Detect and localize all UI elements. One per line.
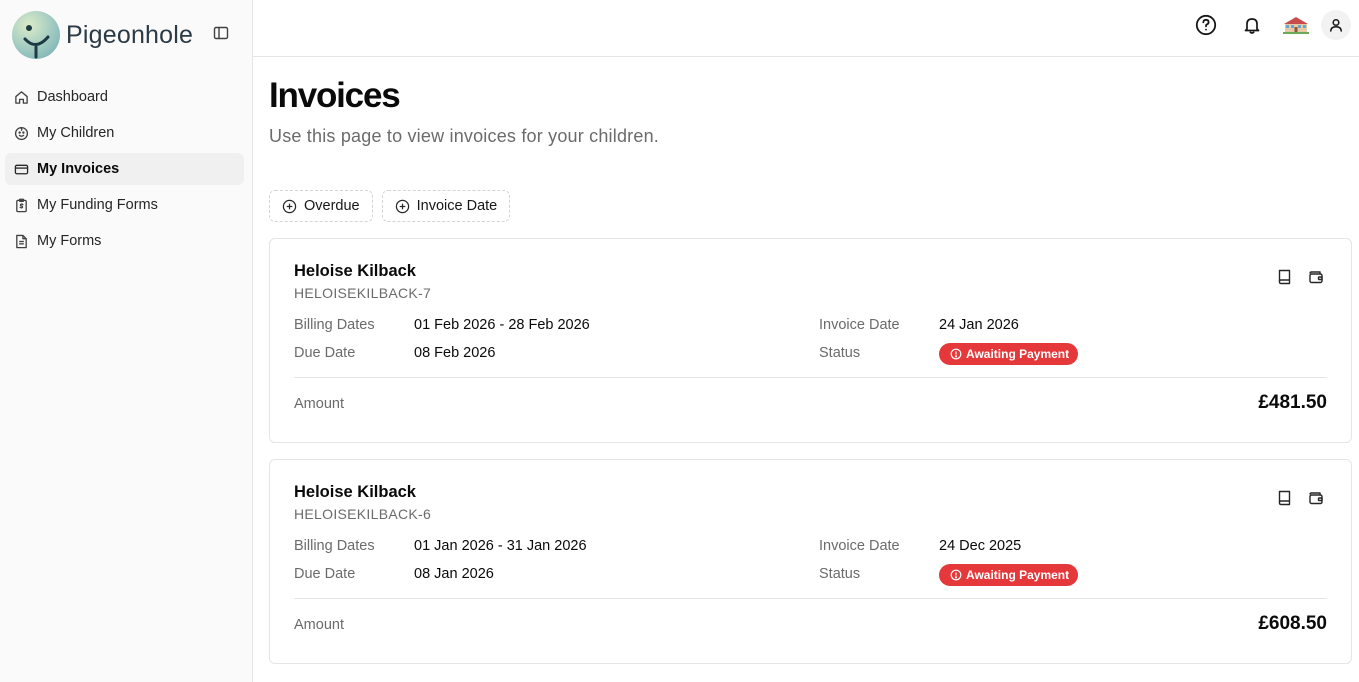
- invoice-date-label: Invoice Date: [819, 317, 900, 333]
- amount-value: £608.50: [1258, 613, 1327, 634]
- billing-dates-label: Billing Dates: [294, 317, 375, 333]
- sidebar: Pigeonhole Dashboard My Children My Invo…: [0, 0, 253, 682]
- pigeonhole-logo: [12, 11, 60, 59]
- page-subtitle: Use this page to view invoices for your …: [269, 126, 659, 146]
- invoice-date-value: 24 Dec 2025: [939, 538, 1022, 554]
- user-icon[interactable]: [1321, 10, 1351, 40]
- status-badge: Awaiting Payment: [939, 343, 1079, 365]
- bell-icon[interactable]: [1237, 10, 1267, 40]
- invoice-card: Heloise Kilback HELOISEKILBACK-7 Billing…: [269, 238, 1352, 443]
- status-badge: Awaiting Payment: [939, 564, 1079, 586]
- alert-circle-icon: [950, 348, 962, 360]
- page-title: Invoices: [269, 76, 401, 115]
- billing-dates-label: Billing Dates: [294, 538, 375, 554]
- brand[interactable]: Pigeonhole: [12, 11, 193, 59]
- filter-overdue-button[interactable]: Overdue: [269, 190, 373, 222]
- sidebar-nav: Dashboard My Children My Invoices My Fun…: [5, 81, 244, 261]
- due-date-value: 08 Feb 2026: [414, 345, 496, 361]
- book-icon[interactable]: [1275, 268, 1293, 286]
- divider: [294, 598, 1327, 599]
- wallet-icon[interactable]: [1307, 268, 1325, 286]
- invoice-reference: HELOISEKILBACK-6: [294, 506, 432, 522]
- child-name: Heloise Kilback: [294, 483, 416, 501]
- clipboard-money-icon: [13, 197, 29, 213]
- help-icon[interactable]: [1191, 10, 1221, 40]
- alert-circle-icon: [950, 569, 962, 581]
- plus-circle-icon: [395, 199, 410, 214]
- status-text: Awaiting Payment: [966, 347, 1070, 361]
- amount-label: Amount: [294, 617, 344, 633]
- brand-name: Pigeonhole: [66, 20, 194, 49]
- sidebar-item-label: My Invoices: [37, 161, 120, 177]
- sidebar-toggle-icon[interactable]: [212, 24, 230, 42]
- credit-card-icon: [13, 161, 29, 177]
- billing-dates-value: 01 Jan 2026 - 31 Jan 2026: [414, 538, 587, 554]
- filter-invoice-date-button[interactable]: Invoice Date: [381, 190, 511, 222]
- invoice-date-value: 24 Jan 2026: [939, 317, 1019, 333]
- sidebar-item-label: My Children: [37, 125, 115, 141]
- plus-circle-icon: [282, 199, 297, 214]
- book-icon[interactable]: [1275, 489, 1293, 507]
- wallet-icon[interactable]: [1307, 489, 1325, 507]
- sidebar-item-my-funding-forms[interactable]: My Funding Forms: [5, 189, 244, 221]
- due-date-value: 08 Jan 2026: [414, 566, 494, 582]
- invoice-reference: HELOISEKILBACK-7: [294, 285, 432, 301]
- sidebar-item-dashboard[interactable]: Dashboard: [5, 81, 244, 113]
- status-label: Status: [819, 566, 861, 582]
- amount-value: £481.50: [1258, 392, 1327, 413]
- home-icon: [13, 89, 29, 105]
- divider: [294, 377, 1327, 378]
- status-text: Awaiting Payment: [966, 568, 1070, 582]
- baby-icon: [13, 125, 29, 141]
- school-icon[interactable]: [1281, 10, 1311, 40]
- status-label: Status: [819, 345, 861, 361]
- file-text-icon: [13, 233, 29, 249]
- top-bar: [253, 0, 1359, 57]
- invoice-date-label: Invoice Date: [819, 538, 900, 554]
- invoice-card: Heloise Kilback HELOISEKILBACK-6 Billing…: [269, 459, 1352, 664]
- child-name: Heloise Kilback: [294, 262, 416, 280]
- filter-label: Overdue: [304, 198, 360, 214]
- billing-dates-value: 01 Feb 2026 - 28 Feb 2026: [414, 317, 590, 333]
- filter-bar: Overdue Invoice Date: [269, 190, 511, 222]
- filter-label: Invoice Date: [416, 198, 498, 214]
- due-date-label: Due Date: [294, 345, 356, 361]
- due-date-label: Due Date: [294, 566, 356, 582]
- sidebar-item-my-invoices[interactable]: My Invoices: [5, 153, 244, 185]
- sidebar-item-label: Dashboard: [37, 89, 108, 105]
- sidebar-item-my-children[interactable]: My Children: [5, 117, 244, 149]
- sidebar-item-label: My Forms: [37, 233, 102, 249]
- sidebar-item-my-forms[interactable]: My Forms: [5, 225, 244, 257]
- amount-label: Amount: [294, 396, 344, 412]
- sidebar-item-label: My Funding Forms: [37, 197, 158, 213]
